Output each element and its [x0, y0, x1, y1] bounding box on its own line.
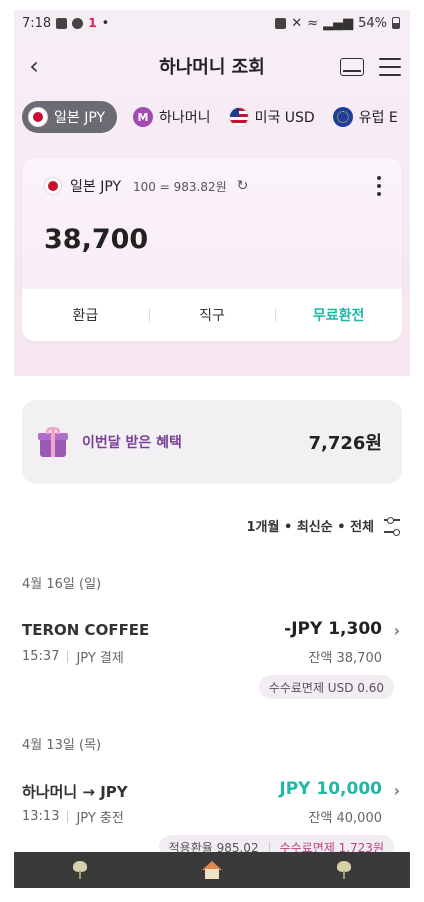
refresh-icon[interactable]: ↻: [237, 178, 249, 194]
nav-item-left[interactable]: [60, 852, 100, 888]
exchange-rate: 100 = 983.82원: [133, 179, 227, 194]
app-notification-icon: 1: [88, 16, 97, 30]
home-icon: [202, 861, 222, 879]
page-title: 하나머니 조회: [159, 57, 265, 78]
tab-usd[interactable]: 미국 USD: [227, 101, 317, 133]
balance-amount: 38,700: [44, 224, 149, 255]
transaction-name: 하나머니 → JPY: [22, 783, 128, 801]
app-frame: 7:18 1 • ✕ ≈ ▂▄▆ 54% ‹ 하나머니 조회 일본 JPY M …: [14, 10, 410, 888]
fee-waiver-badge: 수수료면제 USD 0.60: [258, 675, 394, 699]
flower-icon: [71, 861, 89, 879]
tab-eur[interactable]: 유럽 E: [331, 101, 400, 133]
transaction-time: 13:13: [22, 809, 60, 824]
gift-icon: [38, 427, 68, 457]
transaction-row[interactable]: TERON COFFEE 15:37 JPY 결제 -JPY 1,300 › 잔…: [22, 619, 402, 701]
japan-flag-icon: [44, 177, 62, 195]
benefit-label: 이번달 받은 혜택: [82, 435, 182, 451]
dot-icon: •: [101, 15, 110, 31]
transaction-time: 15:37: [22, 649, 60, 664]
transaction-balance: 잔액 40,000: [308, 811, 382, 826]
filter-label: 1개월 • 최신순 • 전체: [246, 520, 375, 535]
back-icon[interactable]: ‹: [22, 52, 46, 80]
gallery-notification-icon: [56, 17, 68, 29]
more-icon[interactable]: [376, 176, 382, 196]
transaction-amount: JPY 10,000: [279, 779, 382, 799]
us-flag-icon: [228, 107, 249, 127]
transaction-row[interactable]: 하나머니 → JPY 13:13 JPY 충전 JPY 10,000 › 잔액 …: [22, 779, 402, 861]
battery-icon: [392, 17, 400, 29]
wifi-icon: ≈: [307, 15, 319, 31]
mute-icon: ✕: [291, 15, 303, 31]
benefit-value: 7,726원: [308, 433, 383, 454]
balance-currency: 일본 JPY: [70, 179, 122, 195]
transaction-balance: 잔액 38,700: [308, 651, 382, 666]
tab-label: 유럽 E: [358, 110, 398, 126]
battery-percent: 54%: [358, 15, 387, 31]
date-header: 4월 13일 (목): [22, 738, 102, 753]
monthly-benefit-card[interactable]: 이번달 받은 혜택 7,726원: [22, 400, 402, 484]
eu-flag-icon: [332, 107, 353, 127]
currency-rate-row: 일본 JPY 100 = 983.82원 ↻: [44, 176, 248, 196]
transaction-meta: 15:37 JPY 결제: [22, 647, 124, 666]
currency-tabs: 일본 JPY M 하나머니 미국 USD 유럽 E: [22, 100, 400, 134]
transaction-name: TERON COFFEE: [22, 621, 150, 639]
signal-icon: ▂▄▆: [323, 15, 354, 31]
fee-waiver-text: 수수료면제 USD 0.60: [268, 680, 384, 695]
tab-jpy[interactable]: 일본 JPY: [22, 101, 118, 133]
free-exchange-button[interactable]: 무료환전: [275, 305, 402, 325]
tab-label: 일본 JPY: [54, 110, 106, 126]
nav-item-right[interactable]: [324, 852, 364, 888]
chevron-right-icon: ›: [393, 621, 400, 640]
nav-item-home[interactable]: [192, 852, 232, 888]
direct-purchase-button[interactable]: 직구: [148, 305, 276, 325]
tab-hanamoney[interactable]: M 하나머니: [131, 101, 213, 133]
lock-icon: [275, 17, 287, 29]
tab-label: 하나머니: [159, 110, 211, 126]
balance-card: 일본 JPY 100 = 983.82원 ↻ 38,700 환급 직구 무료환전: [22, 158, 402, 341]
card-icon[interactable]: [340, 58, 364, 76]
refund-button[interactable]: 환급: [22, 305, 149, 325]
filter-icon: [384, 516, 400, 536]
transaction-type: JPY 결제: [76, 651, 124, 666]
date-header: 4월 16일 (일): [22, 577, 102, 592]
app-header: ‹ 하나머니 조회: [14, 36, 410, 96]
transaction-amount: -JPY 1,300: [284, 619, 382, 639]
hanamoney-icon: M: [133, 107, 154, 127]
tab-label: 미국 USD: [254, 110, 315, 126]
status-bar: 7:18 1 • ✕ ≈ ▂▄▆ 54%: [14, 10, 410, 36]
chat-notification-icon: [72, 17, 84, 29]
bottom-nav: [14, 852, 410, 888]
flower-icon: [335, 861, 353, 879]
status-time: 7:18: [22, 15, 52, 31]
balance-actions: 환급 직구 무료환전: [22, 289, 402, 341]
chevron-right-icon: ›: [393, 781, 400, 800]
transaction-meta: 13:13 JPY 충전: [22, 807, 124, 826]
menu-icon[interactable]: [379, 58, 401, 76]
japan-flag-icon: [28, 107, 48, 127]
filter-button[interactable]: 1개월 • 최신순 • 전체: [246, 516, 400, 536]
transaction-type: JPY 충전: [76, 811, 124, 826]
